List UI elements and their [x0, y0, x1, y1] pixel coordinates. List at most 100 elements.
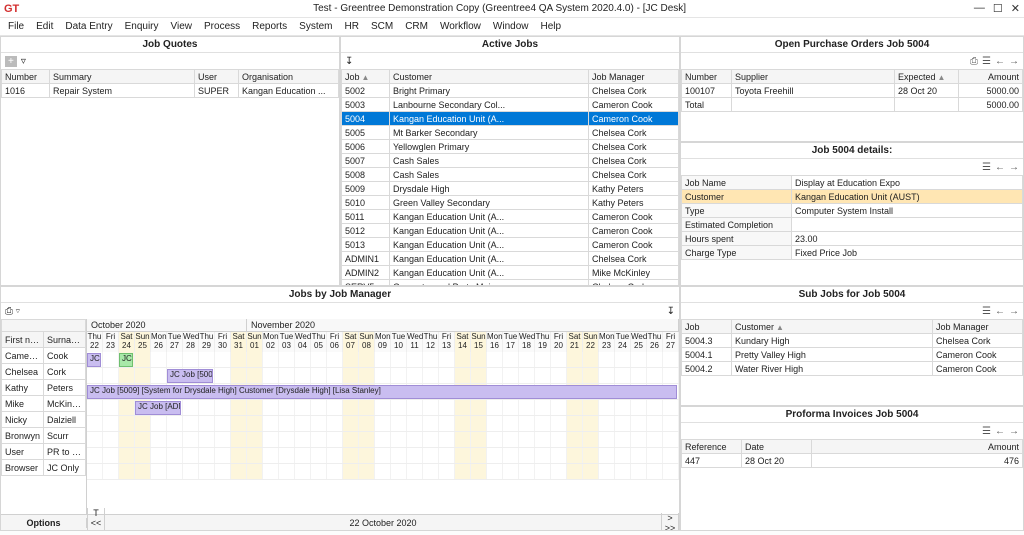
tool-back-icon[interactable]: ← — [995, 56, 1005, 67]
column-header[interactable]: Supplier — [732, 70, 895, 84]
minimize-icon[interactable]: — — [974, 2, 985, 15]
table-sub-jobs[interactable]: JobCustomer▲Job Manager 5004.3Kundary Hi… — [681, 319, 1023, 376]
menu-crm[interactable]: CRM — [399, 19, 434, 34]
table-row[interactable]: 5004.1Pretty Valley HighCameron Cook — [682, 348, 1023, 362]
tool-icon[interactable]: ☰ — [982, 162, 991, 173]
tool-icon[interactable]: ⎙ — [970, 56, 978, 67]
column-header[interactable]: Surname — [44, 332, 86, 348]
table-row[interactable]: 5009Drysdale HighKathy Peters — [342, 182, 679, 196]
column-header[interactable]: Customer — [390, 70, 589, 84]
maximize-icon[interactable]: ☐ — [993, 2, 1003, 15]
table-row[interactable]: 5010Green Valley SecondaryKathy Peters — [342, 196, 679, 210]
tool-icon[interactable]: ☰ — [982, 426, 991, 437]
table-row[interactable]: ADMIN2Kangan Education Unit (A...Mike Mc… — [342, 266, 679, 280]
person-row[interactable]: MikeMcKinley — [2, 396, 86, 412]
table-row[interactable]: 100107Toyota Freehill28 Oct 205000.00 — [682, 84, 1023, 98]
tool-forward-icon[interactable]: → — [1009, 162, 1019, 173]
person-row[interactable]: ChelseaCork — [2, 364, 86, 380]
table-row[interactable]: ADMIN1Kangan Education Unit (A...Chelsea… — [342, 252, 679, 266]
table-row[interactable]: 5004.2Water River HighCameron Cook — [682, 362, 1023, 376]
column-header[interactable]: Expected▲ — [895, 70, 959, 84]
table-row[interactable]: SERV5004Computer and Parts Main...Chelse… — [342, 280, 679, 286]
tool-forward-icon[interactable]: → — [1009, 56, 1019, 67]
table-row[interactable]: 5008Cash SalesChelsea Cork — [342, 168, 679, 182]
filter-icon[interactable]: ▿ — [16, 306, 20, 317]
column-header[interactable]: User — [195, 70, 239, 84]
gantt-bar[interactable]: JC Job [5009] [System for Drysdale High]… — [87, 385, 677, 399]
person-row[interactable]: CameronCook — [2, 348, 86, 364]
table-row[interactable]: 5006Yellowglen PrimaryChelsea Cork — [342, 140, 679, 154]
column-header[interactable]: Summary — [50, 70, 195, 84]
gantt-row[interactable]: JC Job [5004.3] [E — [87, 368, 679, 384]
gantt-row[interactable]: JC Job [5009] [System for Drysdale High]… — [87, 384, 679, 400]
tool-icon[interactable]: ☰ — [982, 306, 991, 317]
column-header[interactable]: Job Manager — [589, 70, 679, 84]
tool-forward-icon[interactable]: → — [1009, 426, 1019, 437]
gantt-row[interactable]: JC Job [ADMIN2] — [87, 400, 679, 416]
export-icon[interactable]: ↧ — [667, 306, 675, 317]
export-icon[interactable]: ↧ — [345, 56, 353, 67]
table-row[interactable]: 5007Cash SalesChelsea Cork — [342, 154, 679, 168]
person-row[interactable]: UserPR to JC — [2, 444, 86, 460]
table-row[interactable]: 5005Mt Barker SecondaryChelsea Cork — [342, 126, 679, 140]
menu-data-entry[interactable]: Data Entry — [59, 19, 118, 34]
menu-process[interactable]: Process — [198, 19, 246, 34]
table-open-po[interactable]: NumberSupplierExpected▲Amount 100107Toyo… — [681, 69, 1023, 112]
column-header[interactable]: Amount — [959, 70, 1023, 84]
add-icon[interactable]: + — [5, 56, 17, 67]
menu-hr[interactable]: HR — [339, 19, 365, 34]
table-row[interactable]: 5004.3Kundary HighChelsea Cork — [682, 334, 1023, 348]
column-header[interactable]: Number — [682, 70, 732, 84]
table-row[interactable]: 5002Bright PrimaryChelsea Cork — [342, 84, 679, 98]
menu-file[interactable]: File — [2, 19, 30, 34]
person-row[interactable]: KathyPeters — [2, 380, 86, 396]
menu-enquiry[interactable]: Enquiry — [119, 19, 165, 34]
column-header[interactable]: Number — [2, 70, 50, 84]
menu-workflow[interactable]: Workflow — [434, 19, 487, 34]
gantt-nav-forward[interactable]: > >> — [661, 513, 679, 532]
table-proforma[interactable]: ReferenceDateAmount 44728 Oct 20476 — [681, 439, 1023, 468]
gantt-bar[interactable]: JC Job [ADMIN2] — [135, 401, 181, 415]
tool-icon[interactable]: ☰ — [982, 56, 991, 67]
table-row[interactable]: 5011Kangan Education Unit (A...Cameron C… — [342, 210, 679, 224]
gantt-bar[interactable]: JC Job — [119, 353, 133, 367]
column-header[interactable]: First name — [2, 332, 44, 348]
gantt-row[interactable]: JC Job JC Job — [87, 352, 679, 368]
table-row[interactable]: 5012Kangan Education Unit (A...Cameron C… — [342, 224, 679, 238]
menu-edit[interactable]: Edit — [30, 19, 59, 34]
gantt-bar[interactable]: JC Job — [87, 353, 101, 367]
menu-reports[interactable]: Reports — [246, 19, 293, 34]
menu-window[interactable]: Window — [487, 19, 535, 34]
tool-back-icon[interactable]: ← — [995, 162, 1005, 173]
tool-back-icon[interactable]: ← — [995, 306, 1005, 317]
table-row[interactable]: 1016Repair SystemSUPERKangan Education .… — [2, 84, 339, 98]
column-header[interactable]: Organisation — [239, 70, 339, 84]
person-row[interactable]: NickyDalziell — [2, 412, 86, 428]
menu-scm[interactable]: SCM — [365, 19, 399, 34]
gantt-row[interactable] — [87, 416, 679, 432]
table-row[interactable]: 5004Kangan Education Unit (A...Cameron C… — [342, 112, 679, 126]
column-header[interactable]: Job — [682, 320, 732, 334]
table-job-quotes[interactable]: NumberSummaryUserOrganisation 1016Repair… — [1, 69, 339, 98]
close-icon[interactable]: ✕ — [1011, 2, 1020, 15]
menu-system[interactable]: System — [293, 19, 338, 34]
tool-icon[interactable]: ⎙ — [5, 306, 13, 317]
tool-forward-icon[interactable]: → — [1009, 306, 1019, 317]
filter-icon[interactable]: ▿ — [21, 56, 26, 67]
column-header[interactable]: Job▲ — [342, 70, 390, 84]
gantt-bar[interactable]: JC Job [5004.3] [E — [167, 369, 213, 383]
table-row[interactable]: 44728 Oct 20476 — [682, 454, 1023, 468]
menu-help[interactable]: Help — [534, 19, 567, 34]
column-header[interactable]: Date — [742, 440, 812, 454]
column-header[interactable]: Job Manager — [933, 320, 1023, 334]
gantt-options-button[interactable]: Options — [1, 518, 87, 528]
table-row[interactable]: 5003Lanbourne Secondary Col...Cameron Co… — [342, 98, 679, 112]
column-header[interactable]: Customer▲ — [732, 320, 933, 334]
column-header[interactable]: Amount — [812, 440, 1023, 454]
gantt-row[interactable] — [87, 448, 679, 464]
gantt-row[interactable] — [87, 432, 679, 448]
gantt-row[interactable] — [87, 464, 679, 480]
column-header[interactable]: Reference — [682, 440, 742, 454]
menu-view[interactable]: View — [165, 19, 199, 34]
person-row[interactable]: BronwynScurr — [2, 428, 86, 444]
